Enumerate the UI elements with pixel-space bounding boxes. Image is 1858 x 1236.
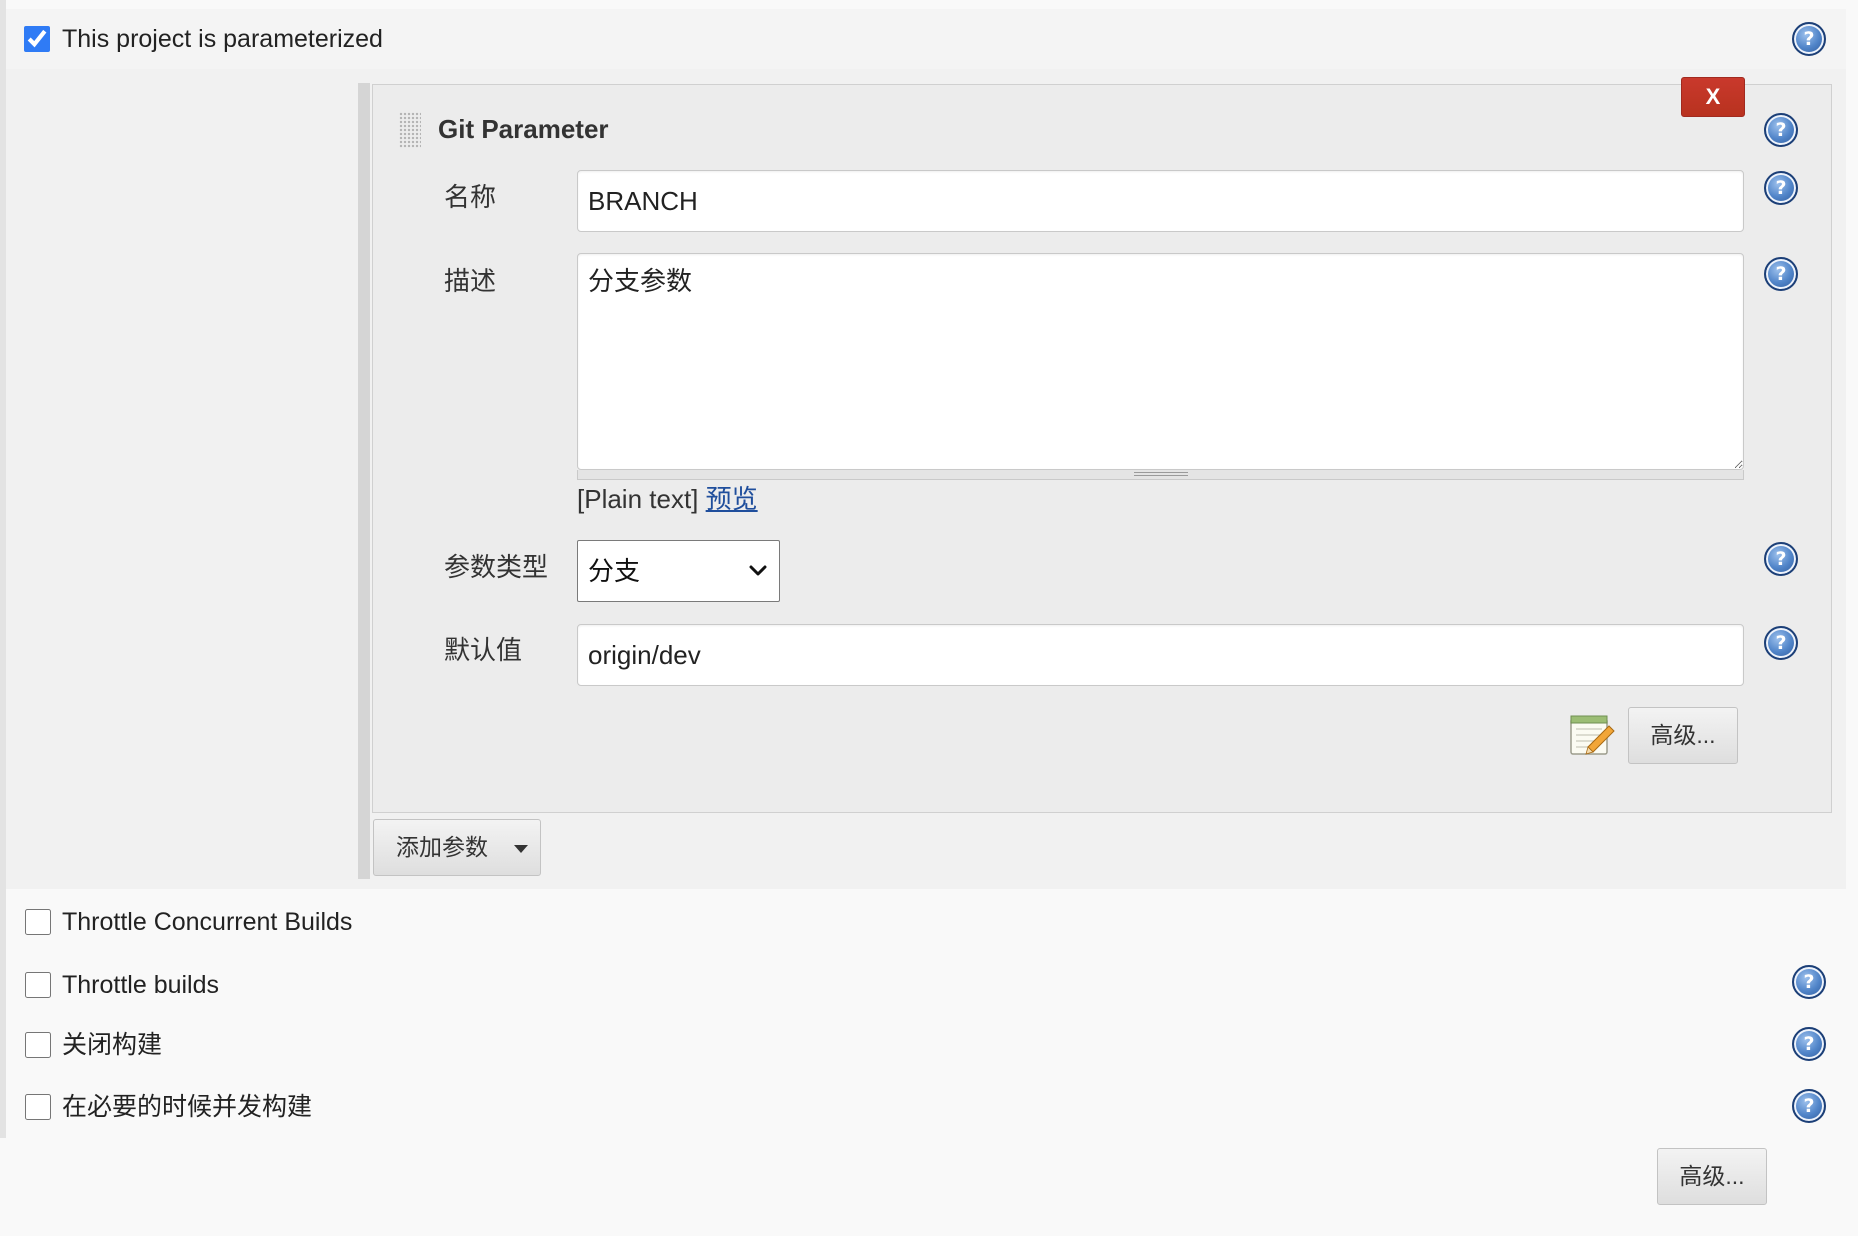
help-icon[interactable]: ?	[1764, 626, 1798, 660]
concurrent-build-checkbox[interactable]	[25, 1094, 51, 1120]
advanced-button[interactable]: 高级...	[1628, 707, 1738, 764]
disable-build-label[interactable]: 关闭构建	[62, 1030, 162, 1060]
job-config-page: This project is parameterized ? Git Para…	[0, 0, 1858, 1236]
disable-build-checkbox[interactable]	[25, 1032, 51, 1058]
add-parameter-button[interactable]: 添加参数	[373, 819, 541, 876]
parameter-type-label: 参数类型	[444, 552, 549, 582]
help-icon[interactable]: ?	[1764, 257, 1798, 291]
help-icon[interactable]: ?	[1764, 171, 1798, 205]
default-value-label: 默认值	[444, 635, 523, 665]
help-icon[interactable]: ?	[1792, 965, 1826, 999]
parameterized-label[interactable]: This project is parameterized	[62, 24, 383, 54]
concurrent-build-label[interactable]: 在必要的时候并发构建	[62, 1092, 312, 1122]
preview-link[interactable]: 预览	[706, 484, 758, 514]
advanced-options-button[interactable]: 高级...	[1657, 1148, 1767, 1205]
caret-down-icon	[514, 845, 528, 853]
help-icon[interactable]: ?	[1792, 1089, 1826, 1123]
grip-line	[1134, 475, 1188, 476]
panel-title: Git Parameter	[438, 114, 609, 144]
description-format: [Plain text] 预览	[577, 484, 758, 514]
textarea-resize-handle[interactable]	[577, 470, 1744, 480]
throttle-builds-checkbox[interactable]	[25, 972, 51, 998]
help-icon[interactable]: ?	[1792, 22, 1826, 56]
help-icon[interactable]: ?	[1792, 1027, 1826, 1061]
description-textarea[interactable]: 分支参数	[577, 253, 1744, 470]
throttle-concurrent-builds-label[interactable]: Throttle Concurrent Builds	[62, 907, 352, 937]
format-label: [Plain text]	[577, 484, 699, 514]
delete-parameter-button[interactable]: X	[1681, 77, 1745, 117]
grip-line	[1134, 472, 1188, 473]
help-icon[interactable]: ?	[1764, 542, 1798, 576]
default-value-field[interactable]	[577, 624, 1744, 686]
add-parameter-label: 添加参数	[396, 834, 488, 860]
nested-block-bar	[358, 83, 370, 879]
description-label: 描述	[444, 266, 497, 296]
notepad-icon	[1570, 715, 1615, 755]
throttle-concurrent-builds-checkbox[interactable]	[25, 909, 51, 935]
git-parameter-panel: Git Parameter X ? 名称 ? 描述 分支参数 ? [Plain …	[372, 77, 1832, 813]
name-label: 名称	[444, 182, 497, 212]
parameterized-checkbox[interactable]	[24, 26, 50, 52]
parameter-type-select-wrapper: 分支	[577, 540, 780, 602]
name-field[interactable]	[577, 170, 1744, 232]
help-icon[interactable]: ?	[1764, 113, 1798, 147]
drag-handle-icon[interactable]	[399, 112, 421, 148]
throttle-builds-label[interactable]: Throttle builds	[62, 970, 219, 1000]
parameter-type-select[interactable]: 分支	[577, 540, 780, 602]
